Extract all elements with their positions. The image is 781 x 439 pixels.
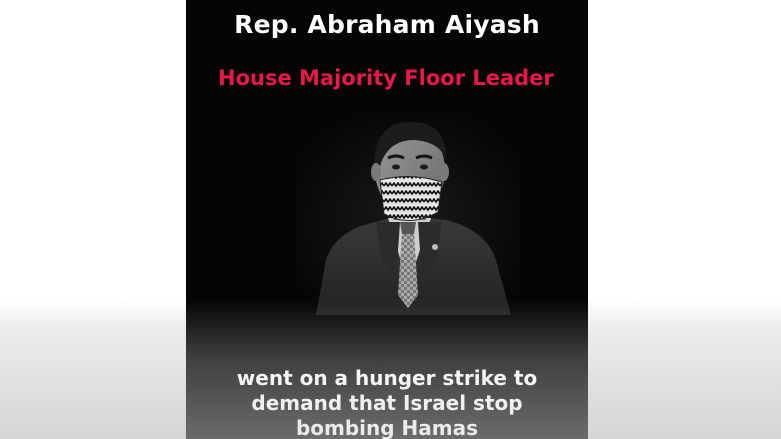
caption-line: went on a hunger strike to [236,366,538,390]
caption-line: bombing Hamas [295,416,479,439]
card-subtitle: House Majority Floor Leader [218,66,554,90]
portrait-photo [296,110,521,315]
video-card: Rep. Abraham Aiyash House Majority Floor… [186,0,588,439]
card-caption: went on a hunger strike to demand that I… [186,366,588,439]
card-title: Rep. Abraham Aiyash [234,10,540,39]
video-frame: Rep. Abraham Aiyash House Majority Floor… [0,0,781,439]
caption-line: demand that Israel stop [251,391,523,415]
